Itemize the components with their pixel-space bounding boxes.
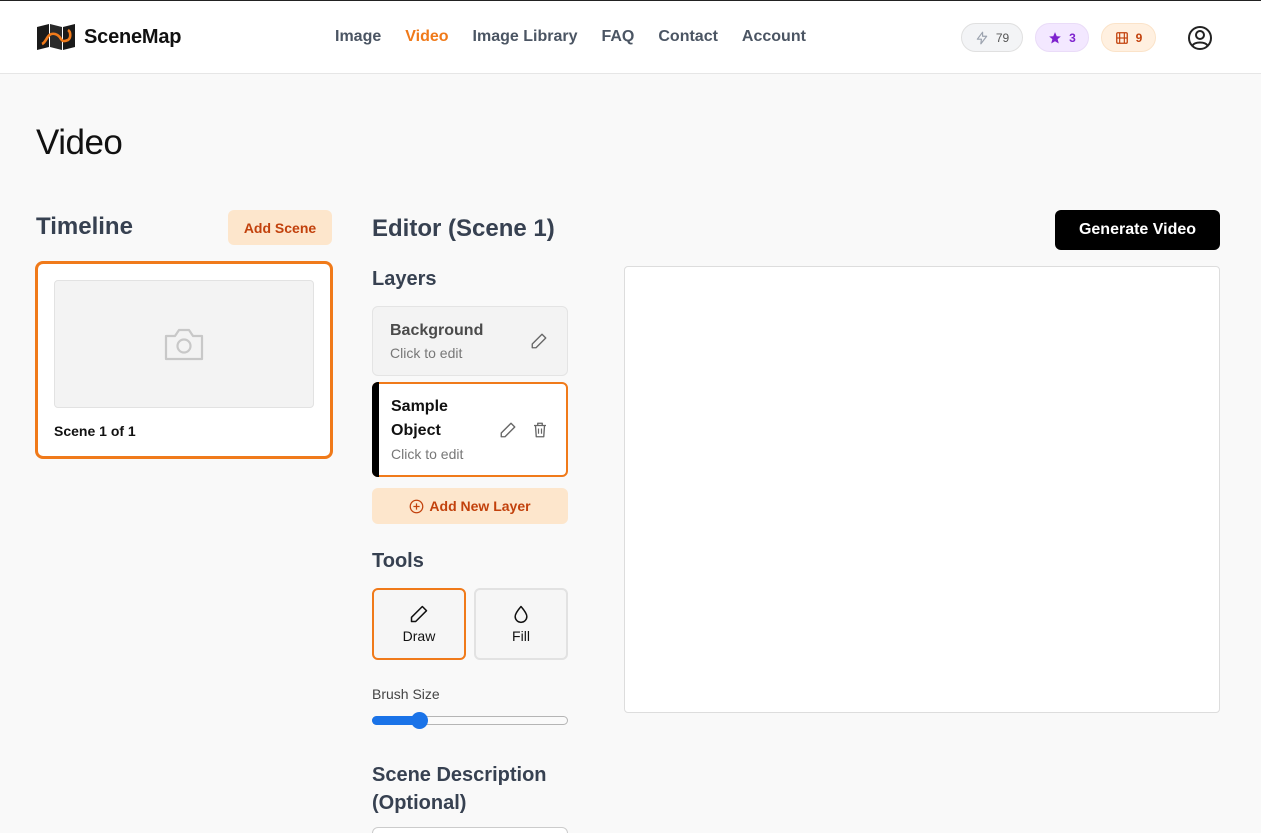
star-credits-badge[interactable]: 3 xyxy=(1035,23,1089,52)
pencil-icon xyxy=(410,605,428,623)
layer-subtitle: Click to edit xyxy=(390,345,463,361)
scene-thumbnail xyxy=(54,280,314,408)
nav-image[interactable]: Image xyxy=(335,28,381,46)
page-title: Video xyxy=(36,123,123,162)
nav-video[interactable]: Video xyxy=(405,28,448,46)
top-navbar: SceneMap Image Video Image Library FAQ C… xyxy=(0,0,1261,74)
add-scene-button[interactable]: Add Scene xyxy=(228,210,332,245)
plus-circle-icon xyxy=(410,499,424,513)
layer-subtitle: Click to edit xyxy=(391,446,464,462)
scene-card[interactable]: Scene 1 of 1 xyxy=(35,261,333,459)
lightning-icon xyxy=(976,31,988,44)
nav-faq[interactable]: FAQ xyxy=(601,28,634,46)
layer-name: Sample Object xyxy=(391,398,448,439)
trash-icon[interactable] xyxy=(531,421,549,439)
add-new-layer-button[interactable]: Add New Layer xyxy=(372,488,568,524)
tools-heading: Tools xyxy=(372,550,424,572)
user-account-icon[interactable] xyxy=(1187,25,1213,51)
nav-image-library[interactable]: Image Library xyxy=(473,28,578,46)
drawing-canvas[interactable] xyxy=(624,266,1220,713)
timeline-heading: Timeline xyxy=(36,213,133,240)
scene-description-input[interactable] xyxy=(372,827,568,833)
layer-item-background[interactable]: Background Click to edit xyxy=(372,306,568,376)
energy-credits-badge[interactable]: 79 xyxy=(961,23,1023,52)
generate-video-button[interactable]: Generate Video xyxy=(1055,210,1220,250)
fill-tool-label: Fill xyxy=(512,628,530,644)
droplet-icon xyxy=(514,605,528,624)
camera-icon xyxy=(164,328,204,361)
layers-heading: Layers xyxy=(372,268,437,290)
scene-description-heading: Scene Description (Optional) xyxy=(372,764,547,814)
scene-label: Scene 1 of 1 xyxy=(54,423,136,439)
nav-account[interactable]: Account xyxy=(742,28,806,46)
star-icon xyxy=(1049,31,1061,44)
editor-heading: Editor (Scene 1) xyxy=(372,215,555,242)
brand-name: SceneMap xyxy=(84,25,182,48)
nav-contact[interactable]: Contact xyxy=(658,28,718,46)
film-icon xyxy=(1115,31,1128,44)
layer-item-sample-object[interactable]: Sample Object Click to edit xyxy=(372,382,568,477)
brush-size-slider-thumb[interactable] xyxy=(411,712,429,729)
energy-count: 79 xyxy=(995,30,1010,45)
brush-size-label: Brush Size xyxy=(372,686,440,702)
main-nav: Image Video Image Library FAQ Contact Ac… xyxy=(335,28,830,46)
draw-tool-button[interactable]: Draw xyxy=(372,588,466,660)
pencil-icon[interactable] xyxy=(499,421,517,439)
film-credits-badge[interactable]: 9 xyxy=(1101,23,1156,52)
film-count: 9 xyxy=(1135,30,1143,45)
brand-logo[interactable]: SceneMap xyxy=(37,24,182,50)
pencil-icon[interactable] xyxy=(530,332,548,350)
map-logo-icon xyxy=(37,24,75,50)
draw-tool-label: Draw xyxy=(402,628,436,644)
star-count: 3 xyxy=(1069,30,1076,45)
add-new-layer-label: Add New Layer xyxy=(429,498,531,514)
layer-name: Background xyxy=(390,322,484,339)
fill-tool-button[interactable]: Fill xyxy=(474,588,568,660)
